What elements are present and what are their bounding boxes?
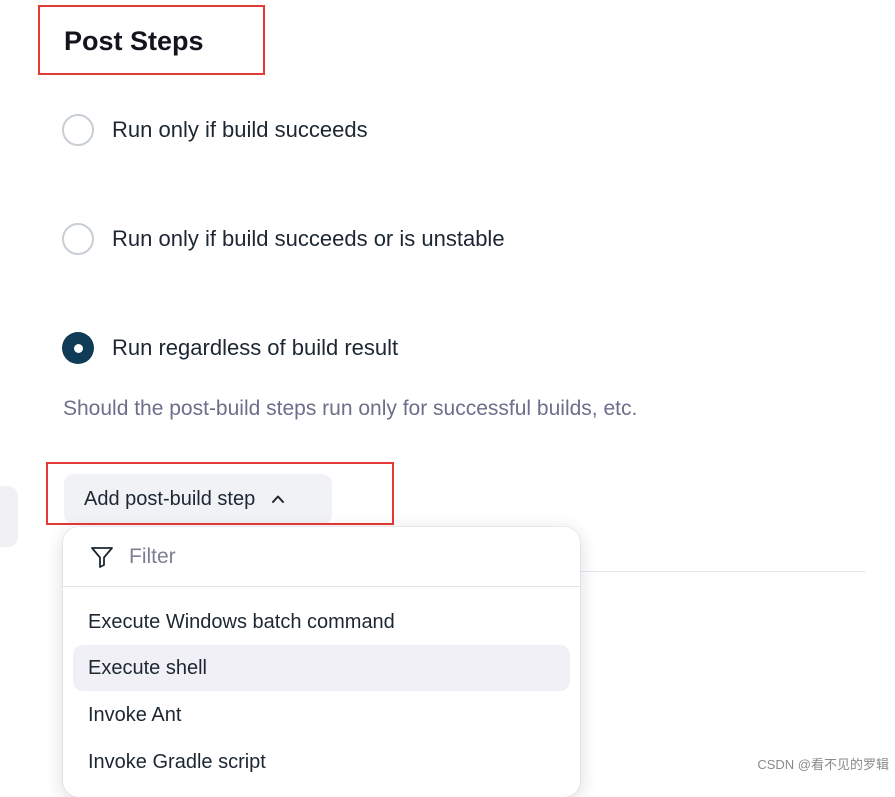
filter-icon — [91, 546, 113, 568]
radio-button-checked[interactable] — [62, 332, 94, 364]
menu-item-execute-windows-batch[interactable]: Execute Windows batch command — [73, 599, 570, 645]
chevron-up-icon — [272, 495, 285, 503]
add-post-build-step-label: Add post-build step — [84, 487, 256, 510]
radio-button[interactable] — [62, 114, 94, 146]
menu-item-invoke-gradle-script[interactable]: Invoke Gradle script — [73, 739, 570, 785]
add-post-build-step-button[interactable]: Add post-build step — [64, 474, 332, 524]
radio-label: Run only if build succeeds or is unstabl… — [112, 226, 505, 251]
radio-run-if-succeeds-or-unstable[interactable]: Run only if build succeeds or is unstabl… — [62, 223, 505, 255]
radio-label: Run only if build succeeds — [112, 117, 368, 142]
filter-input[interactable] — [127, 543, 531, 570]
menu-item-invoke-ant[interactable]: Invoke Ant — [73, 692, 570, 738]
post-build-step-dropdown: Execute Windows batch command Execute sh… — [63, 527, 580, 797]
post-steps-heading: Post Steps — [64, 26, 204, 56]
help-text: Should the post-build steps run only for… — [63, 397, 638, 420]
radio-run-regardless[interactable]: Run regardless of build result — [62, 332, 398, 364]
section-divider — [580, 571, 866, 572]
menu-item-execute-shell[interactable]: Execute shell — [73, 645, 570, 691]
radio-button[interactable] — [62, 223, 94, 255]
radio-label: Run regardless of build result — [112, 335, 399, 360]
watermark: CSDN @看不见的罗辑 — [757, 757, 889, 772]
radio-run-if-succeeds[interactable]: Run only if build succeeds — [62, 114, 368, 146]
left-panel-edge — [0, 486, 18, 547]
radio-dot — [73, 343, 83, 353]
filter-row — [63, 527, 580, 587]
